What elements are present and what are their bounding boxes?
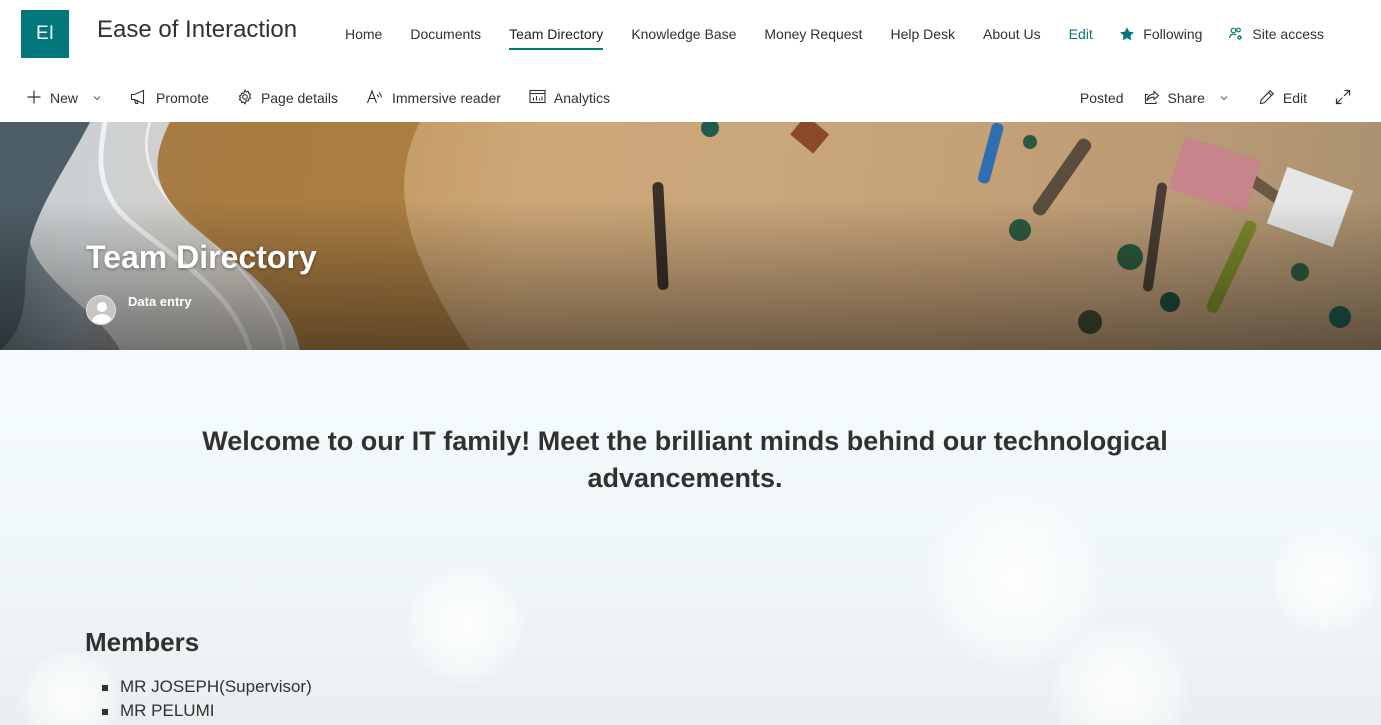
nav-item-money-request[interactable]: Money Request xyxy=(750,18,876,50)
immersive-reader-button[interactable]: Immersive reader xyxy=(366,76,501,120)
chevron-down-icon xyxy=(92,90,102,106)
new-label: New xyxy=(50,90,79,106)
share-icon xyxy=(1144,89,1160,108)
new-button[interactable]: New xyxy=(26,76,102,120)
nav-item-help-desk[interactable]: Help Desk xyxy=(876,18,969,50)
analytics-button[interactable]: Analytics xyxy=(529,76,610,120)
following-button[interactable]: Following xyxy=(1119,26,1202,42)
page-details-button[interactable]: Page details xyxy=(237,76,338,120)
gear-icon xyxy=(237,88,253,108)
posted-label: Posted xyxy=(1079,90,1124,106)
chevron-down-icon xyxy=(1219,90,1229,106)
analytics-label: Analytics xyxy=(553,90,610,106)
member-item: MR JOSEPH(Supervisor) xyxy=(100,675,312,699)
command-bar-left: New Promote Page details Immersive reade… xyxy=(26,76,638,120)
top-navigation: Home Documents Team Directory Knowledge … xyxy=(331,18,1107,50)
member-item: MR PELUMI xyxy=(100,699,312,723)
nav-item-about-us[interactable]: About Us xyxy=(969,18,1055,50)
promote-label: Promote xyxy=(156,90,209,106)
author-name[interactable]: Data entry xyxy=(128,294,192,309)
nav-item-knowledge-base[interactable]: Knowledge Base xyxy=(617,18,750,50)
background-bokeh xyxy=(1270,525,1380,635)
members-heading: Members xyxy=(85,627,200,657)
star-filled-icon xyxy=(1119,26,1135,42)
nav-item-home[interactable]: Home xyxy=(331,18,396,50)
command-bar: New Promote Page details Immersive reade… xyxy=(0,76,1381,120)
page-details-label: Page details xyxy=(260,90,338,106)
pencil-icon xyxy=(1259,89,1275,108)
site-access-button[interactable]: Site access xyxy=(1228,26,1324,42)
expand-icon xyxy=(1335,89,1351,108)
background-bokeh xyxy=(405,565,525,685)
nav-edit-link[interactable]: Edit xyxy=(1055,18,1107,50)
expand-button[interactable] xyxy=(1335,76,1351,120)
share-label: Share xyxy=(1167,90,1205,106)
author-avatar[interactable] xyxy=(86,295,116,325)
page-content: Welcome to our IT family! Meet the brill… xyxy=(0,350,1381,725)
welcome-heading: Welcome to our IT family! Meet the brill… xyxy=(202,426,1168,493)
nav-item-team-directory[interactable]: Team Directory xyxy=(495,18,617,50)
members-list: MR JOSEPH(Supervisor) MR PELUMI xyxy=(100,675,312,723)
promote-button[interactable]: Promote xyxy=(130,76,209,120)
nav-item-documents[interactable]: Documents xyxy=(396,18,495,50)
immersive-reader-label: Immersive reader xyxy=(392,90,501,106)
page-author: Data entry xyxy=(86,294,192,325)
site-logo[interactable]: EI xyxy=(21,10,69,58)
site-header: EI Ease of Interaction Home Documents Te… xyxy=(0,0,1381,68)
page-hero-banner: Team Directory Data entry xyxy=(0,122,1381,350)
site-access-label: Site access xyxy=(1252,26,1324,42)
edit-page-label: Edit xyxy=(1282,90,1307,106)
plus-icon xyxy=(26,89,42,108)
posted-status: Posted xyxy=(1080,76,1124,120)
analytics-icon xyxy=(529,89,546,107)
immersive-reader-icon xyxy=(366,88,384,108)
share-button[interactable]: Share xyxy=(1144,76,1229,120)
page-title: Team Directory xyxy=(86,239,317,275)
site-title[interactable]: Ease of Interaction xyxy=(97,16,297,44)
command-bar-right: Posted Share Edit xyxy=(1080,76,1351,120)
megaphone-icon xyxy=(130,89,148,108)
edit-page-button[interactable]: Edit xyxy=(1259,76,1307,120)
following-label: Following xyxy=(1143,26,1203,42)
header-actions: Following Site access xyxy=(1119,18,1324,50)
people-settings-icon xyxy=(1228,26,1244,42)
